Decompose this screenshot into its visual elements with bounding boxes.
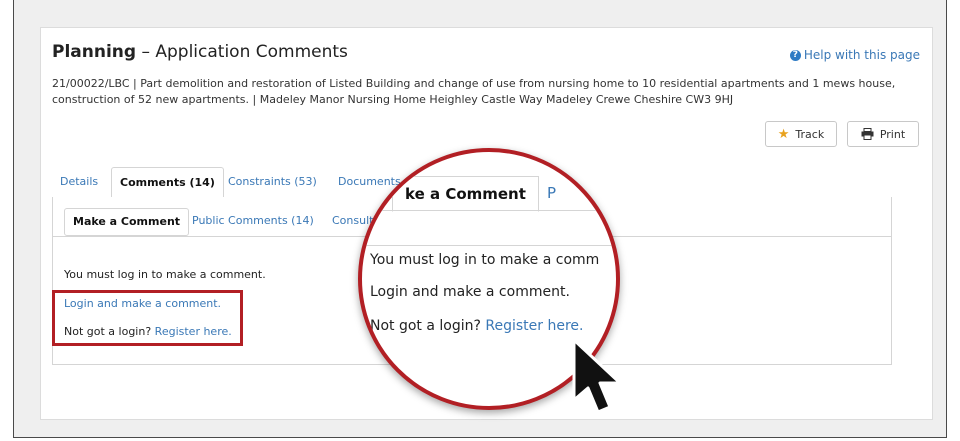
help-label: Help with this page [803, 48, 920, 62]
mag-login-required-text: You must log in to make a comm [370, 252, 600, 268]
highlight-box [52, 290, 243, 346]
tab-comments[interactable]: Comments (14) [111, 167, 224, 198]
mag-register-link: Register here. [485, 318, 584, 334]
question-icon: ? [789, 49, 801, 61]
application-description: 21/00022/LBC | Part demolition and resto… [52, 77, 896, 106]
mag-divider [362, 245, 616, 246]
star-icon: ★ [777, 126, 790, 142]
pointer-cursor-icon [572, 338, 622, 414]
login-required-text: You must log in to make a comment. [64, 268, 266, 281]
help-link[interactable]: ? Help with this page [789, 48, 920, 62]
subtab-make-comment[interactable]: Make a Comment [64, 208, 190, 236]
title-subtitle: – Application Comments [136, 42, 348, 62]
mag-tab-make-comment: ke a Comment [392, 176, 539, 212]
print-button[interactable]: Print [847, 121, 919, 147]
subtab-public-comments[interactable]: Public Comments (14) [184, 208, 322, 236]
print-label: Print [879, 127, 906, 141]
mag-tab-documents: s [362, 184, 370, 202]
mag-no-login-text: Not got a login? [370, 318, 481, 334]
mag-divider [362, 210, 616, 211]
page-title: Planning – Application Comments [52, 42, 348, 62]
mag-register-line: Not got a login? Register here. [370, 318, 583, 334]
printer-icon [861, 128, 874, 140]
track-button[interactable]: ★ Track [765, 121, 837, 147]
mag-tab-next: P [547, 184, 557, 202]
tab-constraints[interactable]: Constraints (53) [220, 167, 325, 197]
mag-login-link: Login and make a comment. [370, 284, 570, 300]
tab-details[interactable]: Details [52, 167, 106, 197]
track-label: Track [795, 127, 825, 141]
title-section: Planning [52, 42, 137, 62]
